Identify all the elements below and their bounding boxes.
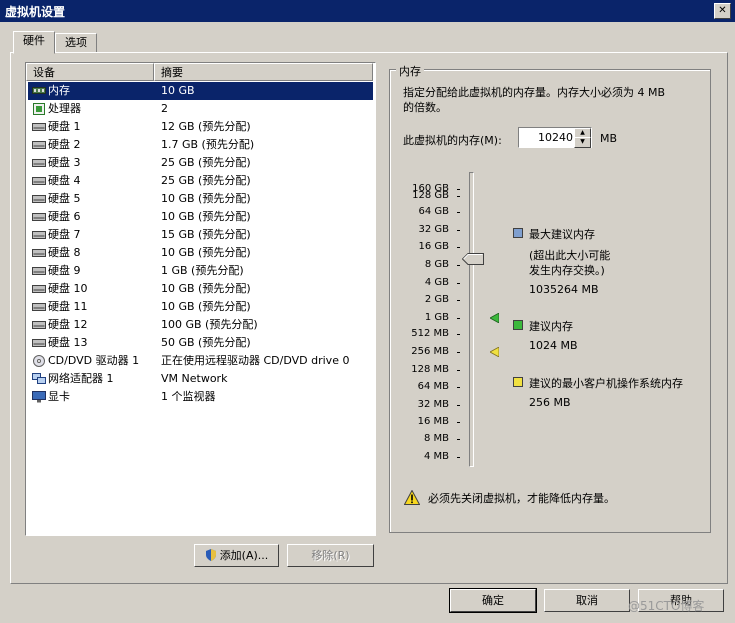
tab-options[interactable]: 选项 <box>55 33 97 53</box>
tab-hardware[interactable]: 硬件 <box>13 31 55 54</box>
watermark: @51CTO博客 <box>628 599 705 613</box>
close-button[interactable]: ✕ <box>714 3 731 19</box>
ok-button[interactable]: 确定 <box>449 588 537 613</box>
tab-panel <box>10 52 728 584</box>
cancel-button[interactable]: 取消 <box>544 589 630 612</box>
title-bar: 虚拟机设置 ✕ <box>0 0 735 22</box>
window-title: 虚拟机设置 <box>5 5 66 19</box>
